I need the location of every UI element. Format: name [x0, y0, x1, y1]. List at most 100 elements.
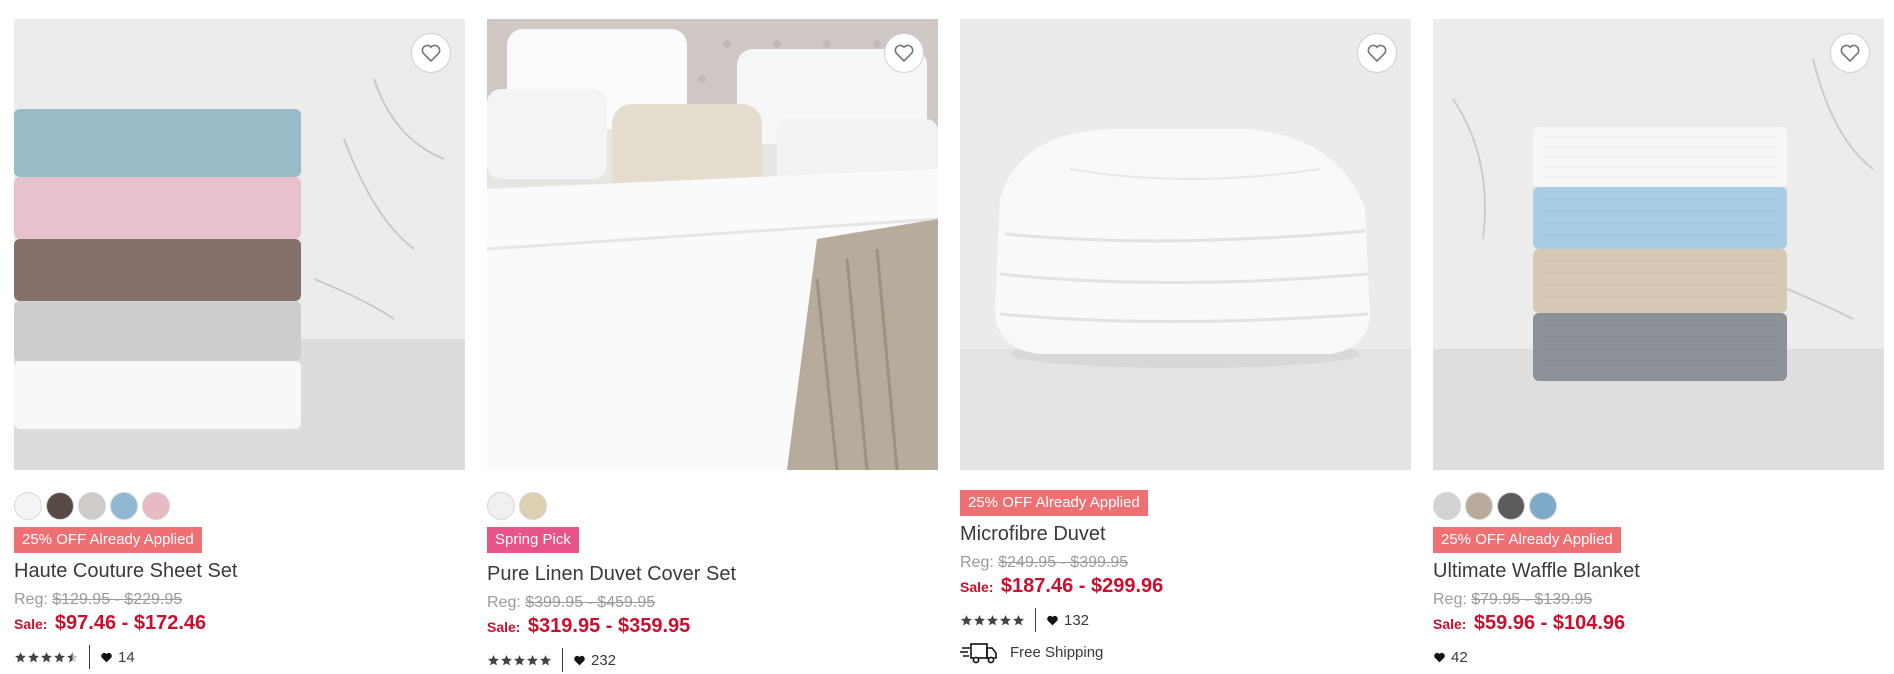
sale-price-value: $187.46 - $299.96 [1000, 575, 1164, 597]
heart-icon [574, 655, 585, 665]
discount-badge: 25% OFF Already Applied [1433, 527, 1621, 553]
star-rating [960, 614, 1025, 627]
sale-label: Sale: [960, 579, 994, 595]
star-icon [488, 654, 499, 665]
wishlist-button[interactable] [884, 33, 924, 73]
color-swatch[interactable] [487, 492, 515, 520]
product-name[interactable]: Pure Linen Duvet Cover Set [487, 562, 938, 586]
product-name[interactable]: Haute Couture Sheet Set [14, 559, 465, 583]
product-grid: 25% OFF Already Applied Haute Couture Sh… [0, 0, 1894, 674]
sale-price-value: $59.96 - $104.96 [1473, 612, 1626, 634]
product-info: Spring Pick Pure Linen Duvet Cover Set R… [487, 492, 938, 672]
star-icon [987, 614, 998, 625]
color-swatch[interactable] [1465, 492, 1493, 520]
product-image[interactable] [14, 19, 465, 470]
wishlist-button[interactable] [411, 33, 451, 73]
star-icon [501, 654, 512, 665]
star-icon [1000, 614, 1011, 625]
color-swatches [1433, 492, 1884, 520]
reg-price-value: $249.95 - $399.95 [998, 554, 1129, 571]
product-card: 25% OFF Already Applied Microfibre Duvet… [960, 0, 1411, 674]
color-swatch[interactable] [1497, 492, 1525, 520]
star-icon [527, 654, 538, 665]
product-image[interactable] [487, 19, 938, 470]
sale-price: Sale: $187.46 - $299.96 [960, 574, 1411, 600]
star-icon [961, 614, 972, 625]
sheet-set-image [14, 19, 465, 470]
heart-icon [1434, 652, 1445, 662]
product-info: 25% OFF Already Applied Ultimate Waffle … [1433, 492, 1884, 669]
product-image[interactable] [1433, 19, 1884, 470]
product-card: 25% OFF Already Applied Ultimate Waffle … [1433, 0, 1884, 674]
duvet-cover-image [487, 19, 938, 470]
heart-icon [101, 652, 112, 662]
heart-outline-icon [1840, 44, 1860, 63]
color-swatch[interactable] [1433, 492, 1461, 520]
star-icon [41, 651, 52, 662]
discount-badge: 25% OFF Already Applied [14, 527, 202, 553]
sale-price: Sale: $319.95 - $359.95 [487, 614, 938, 640]
discount-badge: 25% OFF Already Applied [960, 490, 1148, 516]
rating-row: 132 [960, 608, 1411, 632]
sale-price-value: $319.95 - $359.95 [527, 615, 691, 637]
reg-price-value: $79.95 - $139.95 [1471, 591, 1593, 608]
color-swatch[interactable] [78, 492, 106, 520]
duvet-image [960, 19, 1411, 470]
star-icon [974, 614, 985, 625]
spring-pick-badge: Spring Pick [487, 527, 579, 553]
sale-label: Sale: [14, 616, 48, 632]
like-count: 132 [1064, 611, 1090, 629]
product-card: Spring Pick Pure Linen Duvet Cover Set R… [487, 0, 938, 674]
color-swatches [487, 492, 938, 520]
rating-row: 42 [1433, 645, 1884, 669]
product-info: 25% OFF Already Applied Microfibre Duvet… [960, 490, 1411, 664]
sale-price: Sale: $97.46 - $172.46 [14, 611, 465, 637]
star-icon [514, 654, 525, 665]
rating-row: 232 [487, 648, 938, 672]
waffle-blanket-image [1433, 19, 1884, 470]
shipping-text: Free Shipping [1010, 643, 1104, 661]
product-name[interactable]: Microfibre Duvet [960, 522, 1411, 546]
like-count: 42 [1451, 648, 1468, 666]
reg-label: Reg: [960, 554, 994, 571]
color-swatch[interactable] [142, 492, 170, 520]
rating-row: 14 [14, 645, 465, 669]
product-card: 25% OFF Already Applied Haute Couture Sh… [14, 0, 465, 674]
sale-price-value: $97.46 - $172.46 [54, 612, 207, 634]
star-icon [28, 651, 39, 662]
regular-price: Reg: $399.95 - $459.95 [487, 593, 938, 613]
star-icon [15, 651, 26, 662]
color-swatches [14, 492, 465, 520]
reg-label: Reg: [14, 591, 48, 608]
shipping-row: Free Shipping [960, 640, 1411, 664]
star-icon [67, 651, 78, 662]
color-swatch[interactable] [46, 492, 74, 520]
star-rating [487, 654, 552, 667]
heart-outline-icon [894, 44, 914, 63]
color-swatch[interactable] [14, 492, 42, 520]
color-swatch[interactable] [1529, 492, 1557, 520]
product-info: 25% OFF Already Applied Haute Couture Sh… [14, 492, 465, 669]
like-count: 232 [591, 651, 617, 669]
color-swatch[interactable] [110, 492, 138, 520]
regular-price: Reg: $129.95 - $229.95 [14, 590, 465, 610]
wishlist-button[interactable] [1357, 33, 1397, 73]
reg-price-value: $399.95 - $459.95 [525, 594, 656, 611]
reg-label: Reg: [1433, 591, 1467, 608]
like-count: 14 [118, 648, 135, 666]
sale-label: Sale: [1433, 616, 1467, 632]
color-swatch[interactable] [519, 492, 547, 520]
heart-icon [1047, 615, 1058, 625]
divider [89, 645, 90, 669]
product-name[interactable]: Ultimate Waffle Blanket [1433, 559, 1884, 583]
product-image[interactable] [960, 19, 1411, 470]
wishlist-button[interactable] [1830, 33, 1870, 73]
divider [562, 648, 563, 672]
divider [1035, 608, 1036, 632]
regular-price: Reg: $249.95 - $399.95 [960, 553, 1411, 573]
star-icon [540, 654, 551, 665]
star-icon [1013, 614, 1024, 625]
heart-outline-icon [421, 44, 441, 63]
sale-price: Sale: $59.96 - $104.96 [1433, 611, 1884, 637]
sale-label: Sale: [487, 619, 521, 635]
